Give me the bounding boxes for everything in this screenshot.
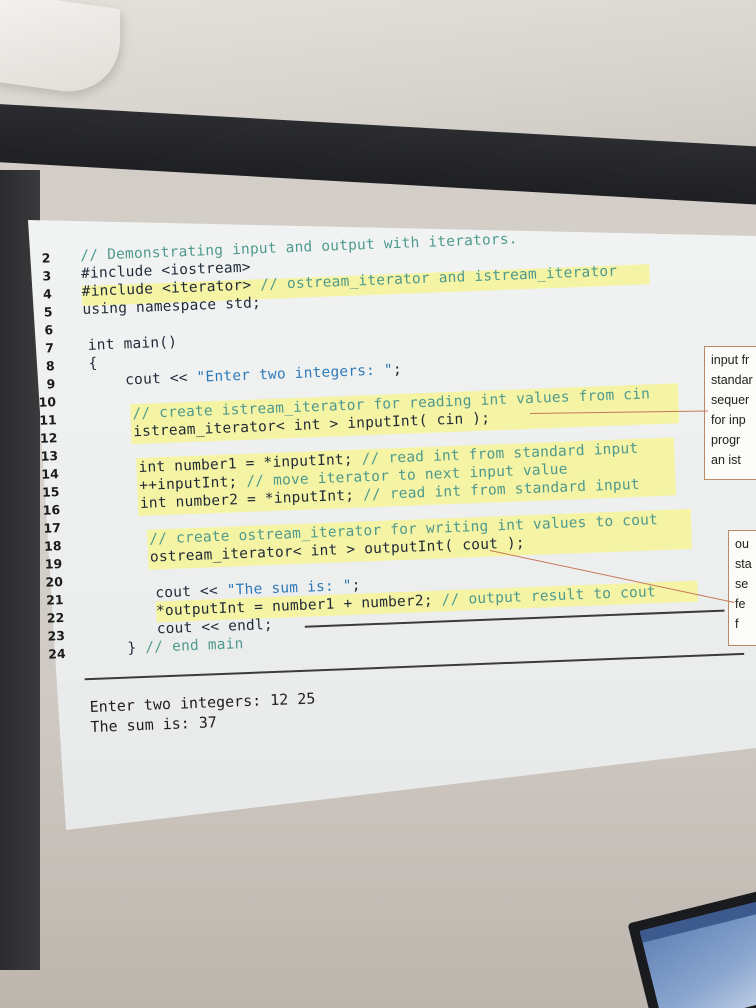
line-number: 13 [40, 448, 59, 464]
line-number: 6 [44, 322, 54, 338]
output-divider [84, 652, 745, 681]
code-line-9: cout << "Enter two integers: "; [124, 361, 403, 389]
line-number: 8 [45, 358, 55, 374]
line-number: 17 [43, 520, 62, 536]
line-number: 15 [41, 484, 60, 500]
line-number: 23 [47, 627, 66, 644]
line-number: 20 [45, 574, 64, 590]
line-number: 5 [43, 304, 53, 320]
classroom-photo: 2 3 4 5 6 7 8 9 10 11 12 13 14 15 16 17 … [0, 0, 756, 1008]
line-number: 11 [38, 412, 57, 428]
line-number: 3 [42, 268, 52, 284]
code-line-2: // Demonstrating input and output with i… [80, 231, 518, 265]
line-number: 16 [42, 502, 61, 518]
line-number: 12 [39, 430, 58, 446]
callout-box-ostream: ou sta se fe f [728, 530, 756, 646]
laptop-screen [639, 901, 756, 1008]
line-number: 10 [38, 394, 57, 410]
line-number: 14 [41, 466, 60, 482]
code-line-8: { [88, 355, 98, 372]
callout-box-istream: input fr standar sequer for inp progr an… [704, 346, 756, 480]
line-number: 21 [45, 591, 64, 608]
line-number: 18 [43, 538, 62, 554]
line-number: 22 [46, 609, 65, 626]
line-number: 9 [46, 376, 56, 392]
code-line-7: int main() [87, 334, 178, 354]
output-line-2: The sum is: 37 [90, 713, 218, 737]
code-listing: 2 3 4 5 6 7 8 9 10 11 12 13 14 15 16 17 … [0, 0, 756, 1008]
output-line-1: Enter two integers: 12 25 [89, 689, 316, 717]
line-number: 7 [44, 340, 55, 356]
line-number: 2 [41, 250, 51, 266]
line-number: 19 [44, 556, 63, 572]
code-line-24: } // end main [127, 636, 244, 657]
line-number: 24 [47, 645, 66, 662]
line-number: 4 [42, 286, 53, 302]
code-line-23: cout << endl; [156, 616, 274, 638]
